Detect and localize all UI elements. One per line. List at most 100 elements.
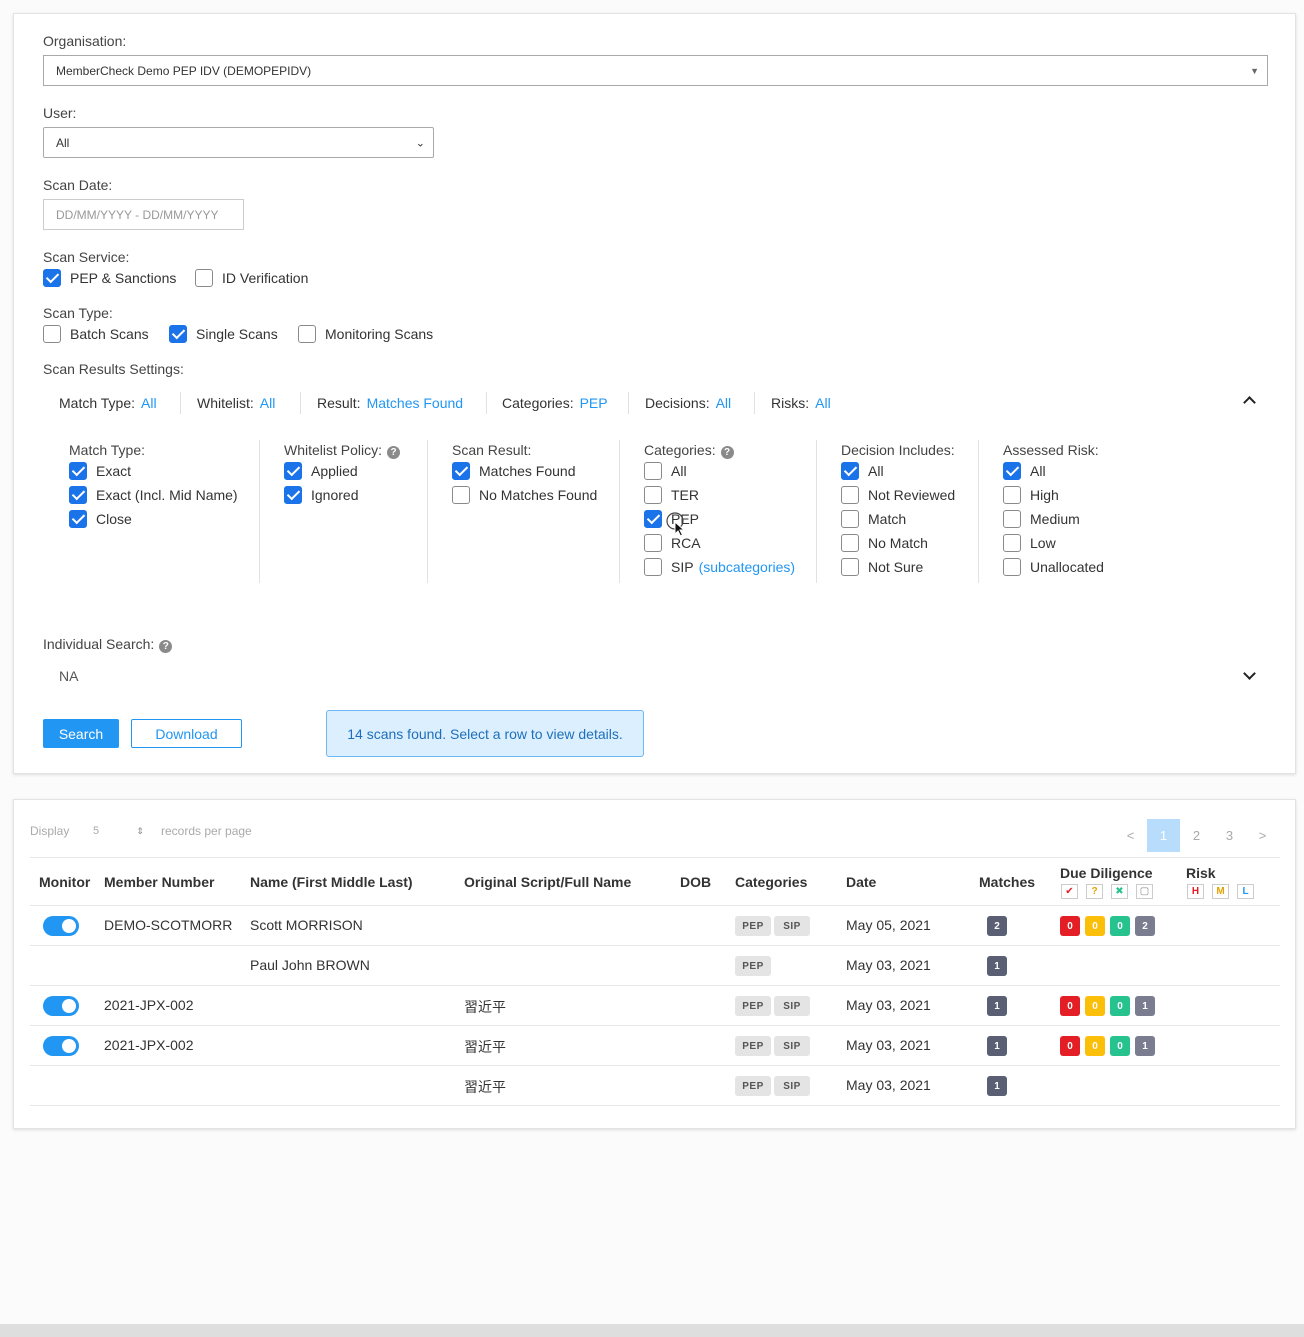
user-label: User: xyxy=(43,105,77,121)
search-button[interactable]: Search xyxy=(43,719,119,748)
user-select[interactable]: All ⌄ xyxy=(43,127,434,158)
page-3-button[interactable]: 3 xyxy=(1213,819,1246,852)
checkbox-cat-ter[interactable]: TER xyxy=(644,486,699,504)
checkbox-decision-match[interactable]: Match xyxy=(841,510,906,528)
checkbox-risk-all[interactable]: All xyxy=(1003,462,1046,480)
organisation-label: Organisation: xyxy=(43,33,127,49)
checkbox-risk-unallocated[interactable]: Unallocated xyxy=(1003,558,1104,576)
due-diligence-count: 0 xyxy=(1085,996,1105,1016)
monitor-toggle[interactable] xyxy=(43,996,79,1016)
matches-badge: 1 xyxy=(987,956,1007,976)
collapse-chevron-up-icon[interactable] xyxy=(1243,396,1256,409)
checkbox-id-verification[interactable]: ID Verification xyxy=(195,269,308,287)
checkbox-risk-low[interactable]: Low xyxy=(1003,534,1056,552)
summary-whitelist[interactable]: Whitelist: All xyxy=(197,395,275,411)
pagination: < 1 2 3 > xyxy=(1114,819,1279,852)
checkbox-box[interactable] xyxy=(169,325,187,343)
scan-date-input[interactable]: DD/MM/YYYY - DD/MM/YYYY xyxy=(43,199,244,230)
divider xyxy=(619,440,620,583)
page-next-button[interactable]: > xyxy=(1246,819,1279,852)
checkbox-box[interactable] xyxy=(43,269,61,287)
checkbox-whitelist-ignored[interactable]: Ignored xyxy=(284,486,358,504)
due-diligence-count: 0 xyxy=(1085,916,1105,936)
help-icon[interactable]: ? xyxy=(387,446,401,459)
col-dob[interactable]: DOB xyxy=(680,874,711,890)
checkbox-cat-all[interactable]: All xyxy=(644,462,687,480)
category-tag: PEP xyxy=(735,916,771,936)
table-row[interactable] xyxy=(30,946,1280,986)
subcategories-link[interactable]: (subcategories) xyxy=(699,559,796,575)
monitor-toggle[interactable] xyxy=(43,916,79,936)
scan-date-placeholder: DD/MM/YYYY - DD/MM/YYYY xyxy=(56,207,219,222)
dropdown-arrow-icon: ▼ xyxy=(1250,65,1259,76)
checkbox-decision-no-match[interactable]: No Match xyxy=(841,534,928,552)
row-divider xyxy=(30,1105,1280,1106)
col-member-number[interactable]: Member Number xyxy=(104,874,214,890)
due-diligence-count: 0 xyxy=(1060,996,1080,1016)
summary-risks[interactable]: Risks: All xyxy=(771,395,831,411)
due-diligence-count: 1 xyxy=(1135,996,1155,1016)
checkbox-risk-high[interactable]: High xyxy=(1003,486,1059,504)
dd-not-sure-icon: ? xyxy=(1086,884,1103,899)
date-cell: May 03, 2021 xyxy=(846,1037,931,1053)
risk-high-icon: H xyxy=(1187,884,1204,899)
col-matches[interactable]: Matches xyxy=(979,874,1035,890)
checkbox-box[interactable] xyxy=(195,269,213,287)
per-page-select[interactable]: 5 ⇕ xyxy=(93,825,144,837)
date-cell: May 05, 2021 xyxy=(846,917,931,933)
summary-match-type[interactable]: Match Type: All xyxy=(59,395,157,411)
bottom-scrollbar[interactable] xyxy=(0,1324,1304,1337)
organisation-value: MemberCheck Demo PEP IDV (DEMOPEPIDV) xyxy=(56,63,312,78)
checkbox-pep-sanctions[interactable]: PEP & Sanctions xyxy=(43,269,176,287)
matches-badge: 1 xyxy=(987,1076,1007,1096)
checkbox-result-matches[interactable]: Matches Found xyxy=(452,462,576,480)
checkbox-risk-medium[interactable]: Medium xyxy=(1003,510,1080,528)
checkbox-decision-not-reviewed[interactable]: Not Reviewed xyxy=(841,486,955,504)
page-prev-button[interactable]: < xyxy=(1114,819,1147,852)
help-icon[interactable]: ? xyxy=(720,446,734,459)
download-button[interactable]: Download xyxy=(131,719,242,748)
dd-match-icon: ✔ xyxy=(1061,884,1078,899)
summary-decisions[interactable]: Decisions: All xyxy=(645,395,731,411)
checkbox-decision-not-sure[interactable]: Not Sure xyxy=(841,558,923,576)
divider xyxy=(300,392,301,414)
checkbox-whitelist-applied[interactable]: Applied xyxy=(284,462,358,480)
checkbox-batch-scans[interactable]: Batch Scans xyxy=(43,325,149,343)
checkbox-match-close[interactable]: Close xyxy=(69,510,132,528)
due-diligence-count: 0 xyxy=(1110,996,1130,1016)
col-monitor[interactable]: Monitor xyxy=(39,874,90,890)
summary-categories[interactable]: Categories: PEP xyxy=(502,395,608,411)
results-panel: Display 5 ⇕ records per page < 1 2 3 > M… xyxy=(13,799,1296,1129)
checkbox-decision-all[interactable]: All xyxy=(841,462,884,480)
divider xyxy=(30,857,1280,858)
checkbox-monitoring-scans[interactable]: Monitoring Scans xyxy=(298,325,433,343)
page-2-button[interactable]: 2 xyxy=(1180,819,1213,852)
match-type-title: Match Type: xyxy=(69,442,146,458)
checkbox-box[interactable] xyxy=(298,325,316,343)
col-risk[interactable]: Risk xyxy=(1186,865,1216,881)
category-tag: SIP xyxy=(774,996,810,1016)
monitor-toggle[interactable] xyxy=(43,1036,79,1056)
organisation-select[interactable]: MemberCheck Demo PEP IDV (DEMOPEPIDV) ▼ xyxy=(43,55,1268,86)
checkbox-match-exact[interactable]: Exact xyxy=(69,462,131,480)
divider xyxy=(816,440,817,583)
col-categories[interactable]: Categories xyxy=(735,874,807,890)
checkbox-box[interactable] xyxy=(43,325,61,343)
col-name[interactable]: Name (First Middle Last) xyxy=(250,874,413,890)
checkbox-cat-sip[interactable]: SIP (subcategories) xyxy=(644,558,795,576)
checkbox-single-scans[interactable]: Single Scans xyxy=(169,325,278,343)
col-original-script[interactable]: Original Script/Full Name xyxy=(464,874,631,890)
checkbox-result-no-matches[interactable]: No Matches Found xyxy=(452,486,597,504)
member-number-cell: 2021-JPX-002 xyxy=(104,997,194,1013)
table-row[interactable] xyxy=(30,1066,1280,1106)
individual-search-value[interactable]: NA xyxy=(59,668,78,684)
summary-result[interactable]: Result: Matches Found xyxy=(317,395,463,411)
page-1-button[interactable]: 1 xyxy=(1147,819,1180,852)
col-date[interactable]: Date xyxy=(846,874,876,890)
checkbox-match-exact-mid[interactable]: Exact (Incl. Mid Name) xyxy=(69,486,238,504)
scan-info-message: 14 scans found. Select a row to view det… xyxy=(326,710,644,757)
help-icon[interactable]: ? xyxy=(159,640,173,653)
member-number-cell: DEMO-SCOTMORR xyxy=(104,917,233,933)
expand-chevron-down-icon[interactable] xyxy=(1243,667,1256,680)
col-due-diligence[interactable]: Due Diligence xyxy=(1060,865,1153,881)
